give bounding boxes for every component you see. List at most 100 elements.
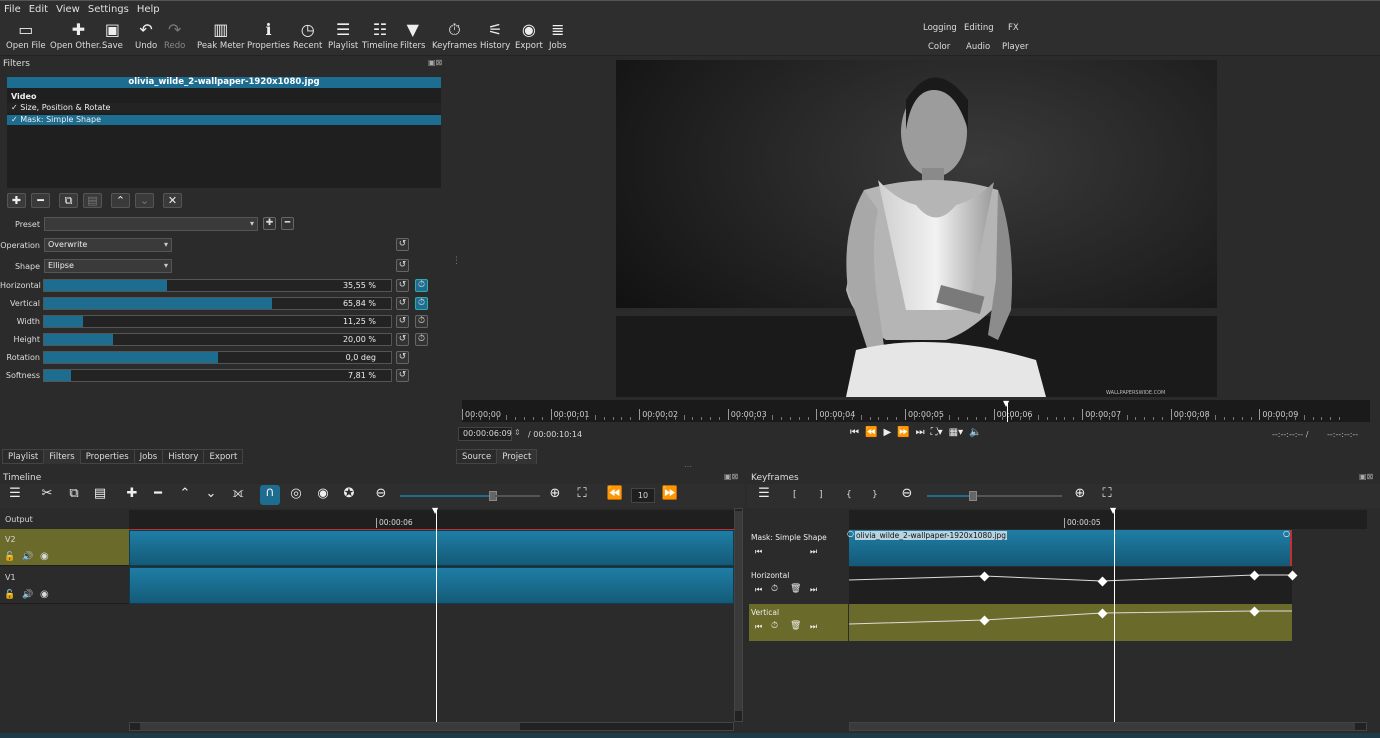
zoom-fit-icon[interactable]: ⛶	[572, 486, 592, 501]
timeline-hscroll[interactable]	[129, 722, 734, 731]
undo-button[interactable]: ↶ Undo	[135, 19, 157, 51]
copy-icon[interactable]: ⧉	[64, 486, 84, 501]
keyframe-toggle-icon[interactable]: ⏱	[415, 315, 428, 328]
seek-prev-button[interactable]: {	[846, 490, 852, 500]
tab-jobs[interactable]: Jobs	[133, 449, 164, 464]
panel-float-close-icon[interactable]: ▣⊠	[428, 58, 442, 67]
shape-reset-button[interactable]: ↺	[396, 259, 409, 272]
kf-zoom-slider[interactable]	[927, 495, 972, 497]
menu-help[interactable]: Help	[133, 4, 164, 15]
move-down-button[interactable]: ⌄	[135, 193, 154, 208]
step-back-icon[interactable]: ⏪	[605, 486, 625, 501]
menu-file[interactable]: File	[0, 4, 25, 15]
zoom-in-icon[interactable]: ⊕	[545, 486, 565, 501]
param-slider[interactable]: 35,55 %	[43, 279, 392, 292]
checkbox-icon[interactable]: ✓	[11, 115, 20, 124]
kf-clip[interactable]: olivia_wilde_2-wallpaper-1920x1080.jpg ○…	[847, 529, 1292, 566]
playhead[interactable]	[436, 508, 437, 722]
deselect-filter-button[interactable]: ✕	[163, 193, 182, 208]
workspace-player[interactable]: Player	[1002, 42, 1028, 52]
menu-edit[interactable]: Edit	[25, 4, 52, 15]
peak-meter-button[interactable]: ▥ Peak Meter	[197, 19, 245, 51]
position-timecode[interactable]: 00:00:06:09	[458, 427, 512, 441]
workspace-audio[interactable]: Audio	[966, 42, 990, 52]
filter-item-size-position[interactable]: ✓ Size, Position & Rotate	[7, 103, 441, 113]
workspace-fx[interactable]: FX	[1008, 23, 1019, 33]
tab-project[interactable]: Project	[496, 449, 538, 464]
menu-settings[interactable]: Settings	[84, 4, 133, 15]
save-preset-button[interactable]: ✚	[263, 217, 276, 230]
prev-keyframe-icon[interactable]: ⏮	[755, 547, 762, 557]
position-spinner-icon[interactable]: ⇕	[514, 428, 521, 437]
keyframes-menu-icon[interactable]: ☰	[754, 486, 774, 501]
overwrite-icon[interactable]: ⌄	[201, 486, 221, 501]
next-keyframe-icon[interactable]: ⏭	[810, 585, 817, 595]
skip-previous-icon[interactable]: ⏮	[850, 427, 859, 438]
recent-button[interactable]: ◷ Recent	[293, 19, 322, 51]
reset-icon[interactable]: ↺	[396, 315, 409, 328]
keyframe-toggle-icon[interactable]: ⏱	[415, 279, 428, 292]
workspace-color[interactable]: Color	[928, 42, 950, 52]
append-icon[interactable]: ✚	[122, 486, 142, 501]
move-up-button[interactable]: ⌃	[111, 193, 130, 208]
clip-v2[interactable]	[129, 530, 734, 566]
timeline-menu-icon[interactable]: ☰	[5, 486, 25, 501]
kf-playhead[interactable]	[1114, 508, 1115, 722]
zoom-out-icon[interactable]: ⊖	[897, 486, 917, 501]
step-forward-icon[interactable]: ⏩	[660, 486, 680, 501]
operation-combo[interactable]: Overwrite	[44, 238, 172, 252]
snap-icon[interactable]: ∩	[260, 485, 280, 505]
scrub-icon[interactable]: ◎	[286, 486, 306, 501]
workspace-logging[interactable]: Logging	[923, 23, 957, 33]
visibility-icon[interactable]: ◉	[40, 589, 49, 600]
prev-keyframe-icon[interactable]: ⏮	[755, 622, 762, 632]
keyframes-hscroll[interactable]	[849, 722, 1367, 731]
timeline-button[interactable]: ☷ Timeline	[362, 19, 398, 51]
kf-param-vertical-header[interactable]: Vertical ⏮ ⏱ 🗑 ⏭	[749, 604, 848, 641]
keyframe-toggle-icon[interactable]: ⏱	[415, 297, 428, 310]
lock-icon[interactable]: 🔓	[4, 590, 15, 600]
remove-filter-button[interactable]: ━	[31, 193, 50, 208]
preset-combo[interactable]	[44, 217, 258, 231]
tab-playlist[interactable]: Playlist	[2, 449, 45, 464]
seek-next-button[interactable]: }	[872, 490, 878, 500]
playlist-button[interactable]: ☰ Playlist	[328, 19, 358, 51]
track-header-v1[interactable]: V1 🔓 🔊 ◉	[0, 567, 129, 604]
ripple-icon[interactable]: ◉	[313, 486, 333, 501]
reset-icon[interactable]: ↺	[396, 297, 409, 310]
reset-icon[interactable]: ↺	[396, 279, 409, 292]
shape-combo[interactable]: Ellipse	[44, 259, 172, 273]
add-filter-button[interactable]: ✚	[7, 193, 26, 208]
cut-icon[interactable]: ✂	[37, 486, 57, 501]
keyframes-button[interactable]: ⏱ Keyframes	[432, 19, 477, 51]
zoom-in-icon[interactable]: ⊕	[1070, 486, 1090, 501]
operation-reset-button[interactable]: ↺	[396, 238, 409, 251]
checkbox-icon[interactable]: ✓	[11, 103, 20, 112]
rewind-icon[interactable]: ⏪	[865, 427, 877, 438]
fade-handle-icon[interactable]: ○	[847, 529, 854, 538]
save-button[interactable]: ▣ Save	[102, 19, 123, 51]
play-icon[interactable]: ▶	[883, 427, 891, 438]
next-keyframe-icon[interactable]: ⏭	[810, 622, 817, 632]
param-slider[interactable]: 65,84 %	[43, 297, 392, 310]
splitter-handle[interactable]: ⋮	[452, 256, 461, 266]
next-keyframe-icon[interactable]: ⏭	[810, 547, 817, 557]
clip-v1[interactable]	[129, 567, 734, 604]
open-other-button[interactable]: ✚ Open Other...	[50, 19, 107, 51]
redo-button[interactable]: ↷ Redo	[164, 19, 185, 51]
history-button[interactable]: ⚟ History	[480, 19, 510, 51]
keyframe-toggle-icon[interactable]: ⏱	[415, 333, 428, 346]
step-size-input[interactable]: 10	[631, 488, 655, 503]
filters-button[interactable]: ▼ Filters	[400, 19, 425, 51]
param-slider[interactable]: 11,25 %	[43, 315, 392, 328]
open-file-button[interactable]: ▭ Open File	[6, 19, 46, 51]
track-header-v2[interactable]: V2 🔓 🔊 ◉	[0, 529, 129, 566]
remove-icon[interactable]: ━	[148, 486, 168, 501]
reset-icon[interactable]: ↺	[396, 369, 409, 382]
visibility-icon[interactable]: ◉	[40, 551, 49, 562]
copy-filter-button[interactable]: ⧉	[59, 193, 78, 208]
kf-track-vertical[interactable]	[848, 604, 1292, 641]
reset-icon[interactable]: ↺	[396, 333, 409, 346]
paste-icon[interactable]: ▤	[90, 486, 110, 501]
stopwatch-icon[interactable]: ⏱	[771, 621, 778, 631]
